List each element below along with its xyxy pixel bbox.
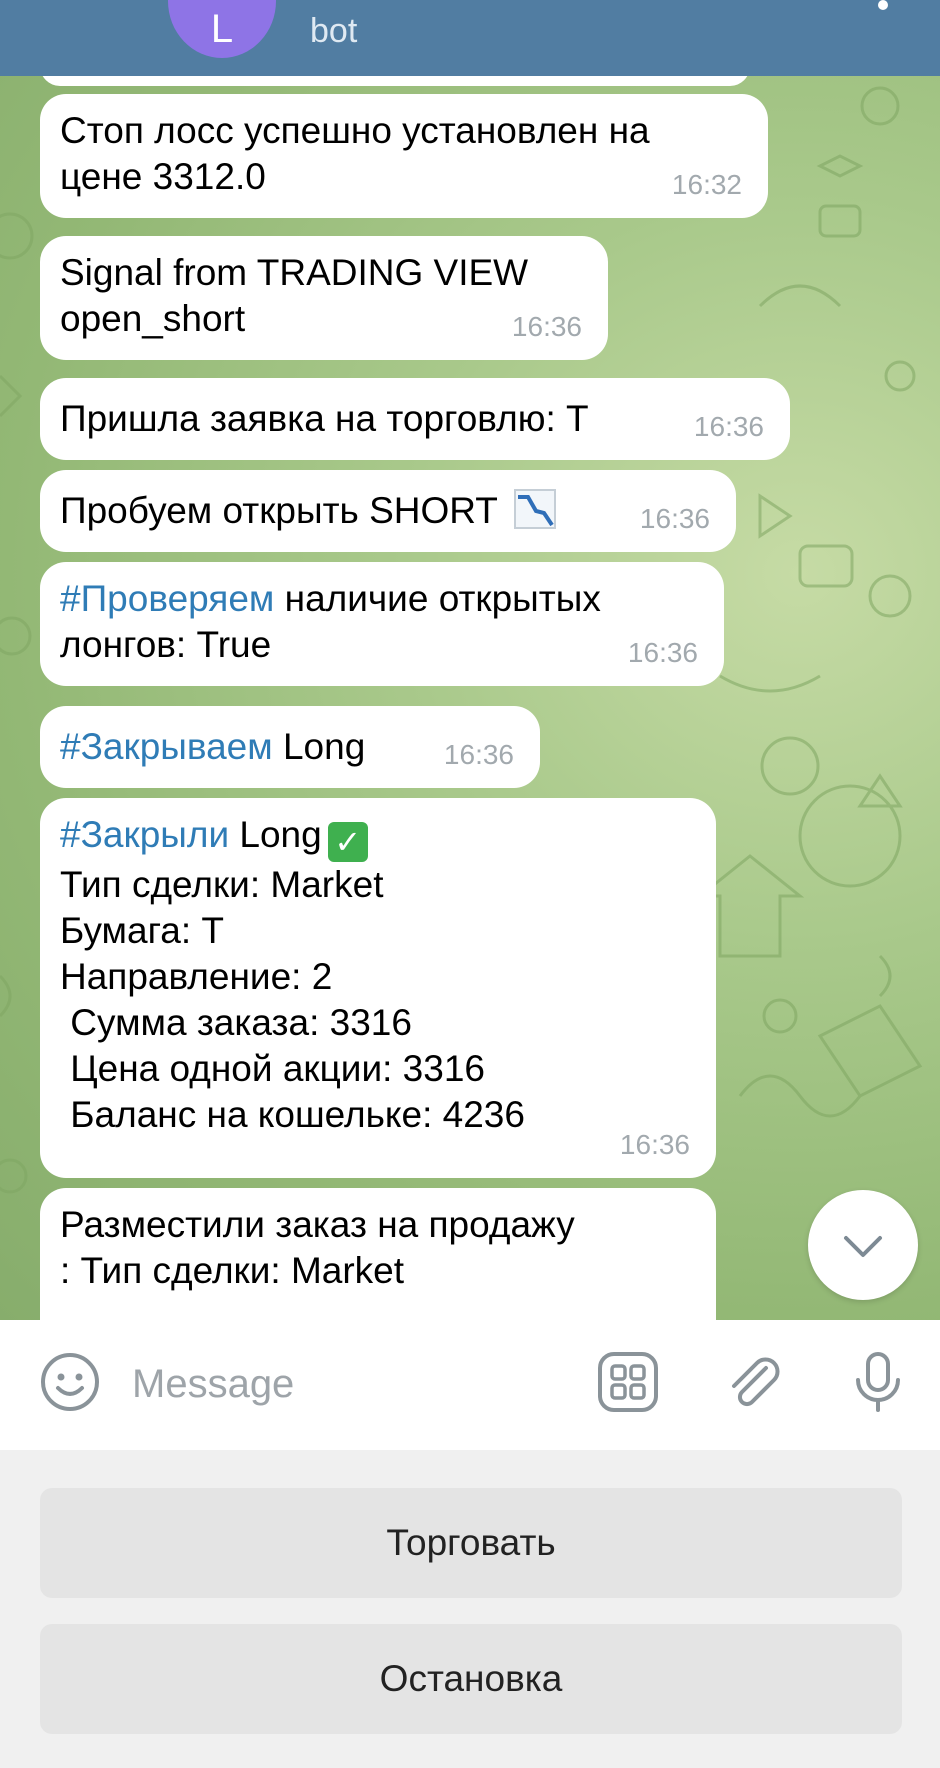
message-text: Стоп лосс успешно установлен на — [60, 110, 650, 151]
bot-keyboard: Торговать Остановка — [0, 1450, 940, 1768]
message-input[interactable] — [130, 1348, 574, 1420]
message-text: лонгов: True — [60, 624, 272, 665]
hashtag-link[interactable]: #Закрываем — [60, 726, 273, 767]
hashtag-link[interactable]: #Проверяем — [60, 578, 274, 619]
message-time: 16:36 — [511, 311, 582, 342]
hashtag-link[interactable]: #Закрыли — [60, 814, 229, 855]
message-text: Тип сделки: Market — [60, 864, 384, 905]
avatar[interactable]: L — [168, 0, 276, 58]
message-text: #Закрыли Long ✓ — [60, 812, 690, 862]
chart-decreasing-icon — [513, 489, 556, 529]
chat-subtitle: bot — [310, 12, 358, 50]
more-menu-icon[interactable] — [878, 0, 888, 30]
emoji-smile-icon[interactable] — [38, 1350, 102, 1414]
back-arrow-icon[interactable] — [60, 0, 110, 30]
message-bubble: Разместили заказ на продажу : Тип сделки… — [40, 1188, 716, 1320]
message-bubble: #Закрыли Long ✓ Тип сделки: Market Бумага… — [40, 798, 716, 1178]
message-text: #Проверяем наличие открытых — [60, 578, 601, 619]
keyboard-button-stop[interactable]: Остановка — [40, 1624, 902, 1734]
message-text: Сумма заказа: 3316 — [60, 1002, 412, 1043]
message-text: Цена одной акции: 3316 — [60, 1048, 485, 1089]
message-bubble: #Проверяем наличие открытых лонгов: True… — [40, 562, 724, 686]
message-bubble: #Закрываем Long 16:36 — [40, 706, 540, 788]
message-bubble-partial — [40, 76, 750, 86]
scroll-down-button[interactable] — [808, 1190, 918, 1300]
attach-paperclip-icon[interactable] — [722, 1350, 786, 1414]
check-mark-icon: ✓ — [327, 822, 368, 862]
message-text: Разместили заказ на продажу — [60, 1204, 575, 1245]
message-text: Signal from TRADING VIEW — [60, 252, 529, 293]
chat-header: L bot — [0, 0, 940, 76]
message-list[interactable]: Стоп лосс успешно установлен на цене 331… — [0, 76, 940, 1320]
message-time: 16:36 — [639, 503, 710, 534]
message-time: 16:32 — [671, 169, 742, 200]
message-text: #Закрываем Long — [60, 726, 366, 767]
message-text: Пробуем открыть SHORT — [60, 490, 498, 531]
message-time: 16:36 — [619, 1129, 690, 1160]
message-bubble: Стоп лосс успешно установлен на цене 331… — [40, 94, 768, 218]
message-input-bar — [0, 1320, 940, 1450]
message-time: 16:36 — [693, 411, 764, 442]
message-text: : Тип сделки: Market — [60, 1250, 405, 1291]
message-text: Направление: 2 — [60, 956, 333, 997]
message-text: Баланс на кошельке: 4236 — [60, 1094, 525, 1135]
message-bubble: Пришла заявка на торговлю: T 16:36 — [40, 378, 790, 460]
message-bubble: Signal from TRADING VIEW open_short 16:3… — [40, 236, 608, 360]
message-time: 16:36 — [627, 637, 698, 668]
microphone-icon[interactable] — [846, 1350, 910, 1414]
message-text: цене 3312.0 — [60, 156, 266, 197]
message-text: Бумага: T — [60, 910, 224, 951]
message-bubble: Пробуем открыть SHORT 16:36 — [40, 470, 736, 552]
chevron-down-icon — [844, 1236, 882, 1257]
keyboard-button-trade[interactable]: Торговать — [40, 1488, 902, 1598]
message-text: Пришла заявка на торговлю: T — [60, 398, 589, 439]
message-text: open_short — [60, 298, 246, 339]
message-time: 16:36 — [443, 739, 514, 770]
bot-keyboard-icon[interactable] — [596, 1350, 660, 1414]
